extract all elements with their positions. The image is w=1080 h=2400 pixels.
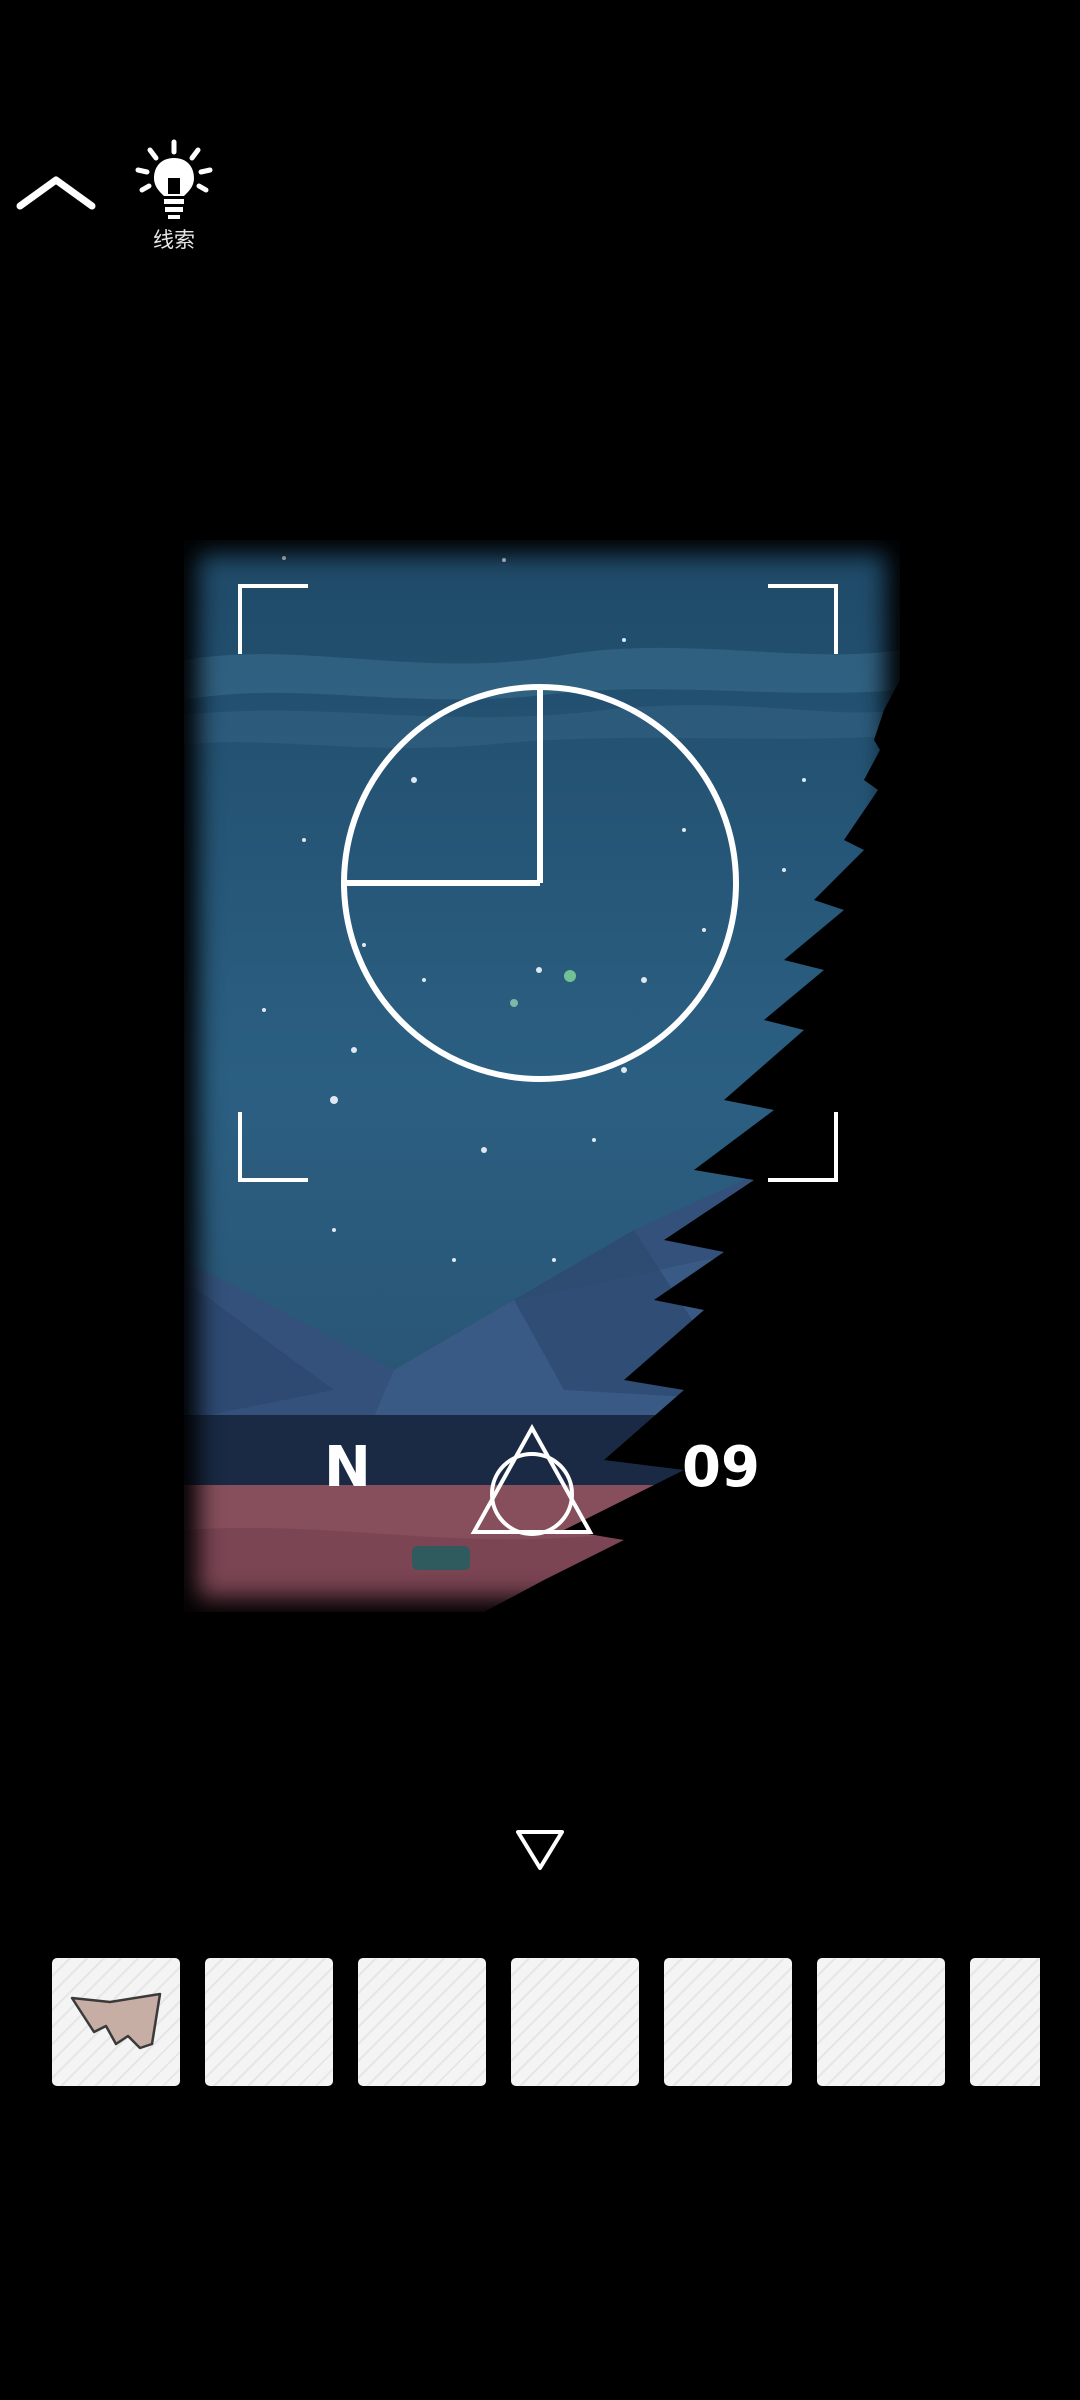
triangle-down-icon <box>516 1830 564 1870</box>
viewfinder-overlay: N 09 <box>184 540 900 1612</box>
compass-number: 09 <box>682 1435 760 1500</box>
corner-bracket-bottom-left <box>238 1112 308 1182</box>
inventory-slot-7[interactable] <box>970 1958 1040 2086</box>
paper-scrap-icon <box>70 1992 162 2050</box>
corner-bracket-top-right <box>768 584 838 654</box>
inventory-slot-5[interactable] <box>664 1958 792 2086</box>
triangle-circle-symbol[interactable] <box>470 1424 594 1536</box>
back-button[interactable] <box>14 168 98 216</box>
corner-bracket-bottom-right <box>768 1112 838 1182</box>
move-back-button[interactable] <box>514 1828 566 1874</box>
corner-bracket-top-left <box>238 584 308 654</box>
lightbulb-icon <box>135 139 213 219</box>
game-screen: 线索 N 09 <box>0 0 1080 2400</box>
inventory-slot-1[interactable] <box>52 1958 180 2086</box>
inventory-slot-6[interactable] <box>817 1958 945 2086</box>
hint-button[interactable]: 线索 <box>126 138 222 256</box>
inventory-slot-3[interactable] <box>358 1958 486 2086</box>
compass-letter: N <box>324 1435 371 1500</box>
chevron-up-icon <box>16 176 96 210</box>
inventory-slot-2[interactable] <box>205 1958 333 2086</box>
inventory-slot-4[interactable] <box>511 1958 639 2086</box>
hint-label: 线索 <box>153 228 195 252</box>
inventory-bar <box>52 1958 1040 2090</box>
